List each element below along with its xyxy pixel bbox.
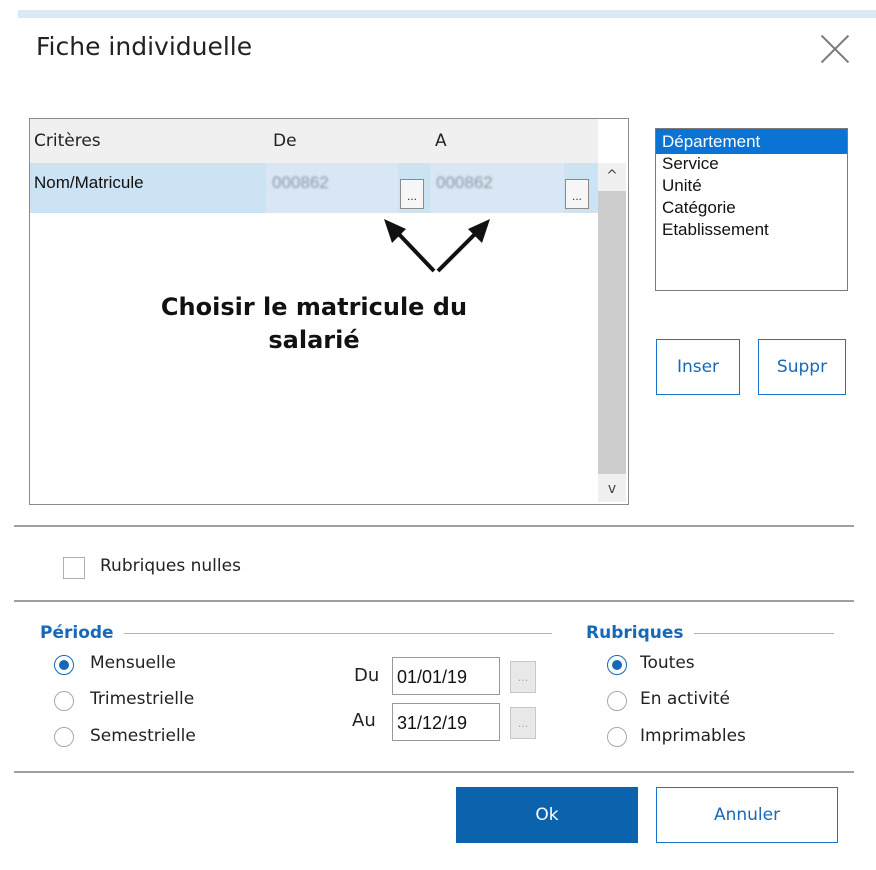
radio-trimestrielle[interactable] xyxy=(54,691,74,711)
header-de: De xyxy=(273,131,297,151)
radio-toutes[interactable] xyxy=(607,655,627,675)
periode-group-title: Période xyxy=(40,623,124,643)
suppr-button[interactable]: Suppr xyxy=(758,339,846,395)
radio-trimestrielle-label: Trimestrielle xyxy=(90,689,195,709)
grid-scrollbar[interactable]: ^ v xyxy=(598,163,626,502)
du-date-input[interactable]: 01/01/19 xyxy=(392,657,500,695)
divider xyxy=(14,525,854,527)
radio-mensuelle[interactable] xyxy=(54,655,74,675)
divider xyxy=(14,600,854,602)
grid-header: Critères De A xyxy=(30,119,598,163)
annotation-arrows xyxy=(384,219,490,273)
list-item-etablissement[interactable]: Etablissement xyxy=(656,217,847,242)
annotation-line-2: salarié xyxy=(268,326,360,354)
radio-en-activite[interactable] xyxy=(607,691,627,711)
radio-mensuelle-label: Mensuelle xyxy=(90,653,176,673)
annotation-line-1: Choisir le matricule du xyxy=(160,293,468,321)
header-a: A xyxy=(435,131,447,151)
scroll-down-button[interactable]: v xyxy=(598,476,626,502)
inser-button[interactable]: Inser xyxy=(656,339,740,395)
matricule-to-value: 000862 xyxy=(436,173,493,192)
pick-to-button[interactable]: ... xyxy=(565,179,589,209)
annotation-text: Choisir le matricule du salarié xyxy=(30,291,598,357)
cell-de[interactable]: 000862 xyxy=(266,163,398,213)
radio-semestrielle-label: Semestrielle xyxy=(90,726,196,746)
scroll-up-button[interactable]: ^ xyxy=(598,163,626,189)
au-date-input[interactable]: 31/12/19 xyxy=(392,703,500,741)
criteria-grid: Critères De A Nom/Matricule 000862 ... 0… xyxy=(29,118,629,505)
dialog-title: Fiche individuelle xyxy=(36,32,253,61)
title-bar-accent xyxy=(18,10,876,18)
au-date-picker-button[interactable]: ... xyxy=(510,707,536,739)
annuler-button[interactable]: Annuler xyxy=(656,787,838,843)
divider xyxy=(14,771,854,773)
du-date-picker-button[interactable]: ... xyxy=(510,661,536,693)
cell-a[interactable]: 000862 xyxy=(430,163,564,213)
scroll-thumb[interactable] xyxy=(598,191,626,474)
radio-semestrielle[interactable] xyxy=(54,727,74,747)
du-label: Du xyxy=(354,665,380,686)
pick-from-button[interactable]: ... xyxy=(400,179,424,209)
rubriques-group-title: Rubriques xyxy=(586,623,694,643)
criteria-listbox[interactable]: Département Service Unité Catégorie Etab… xyxy=(655,128,848,291)
rubriques-nulles-label: Rubriques nulles xyxy=(100,556,241,576)
matricule-from-value: 000862 xyxy=(272,173,329,192)
table-row[interactable]: Nom/Matricule 000862 ... 000862 ... xyxy=(30,163,598,213)
header-criteres: Critères xyxy=(34,131,101,151)
radio-en-activite-label: En activité xyxy=(640,689,730,709)
radio-toutes-label: Toutes xyxy=(640,653,695,673)
rubriques-nulles-checkbox[interactable] xyxy=(63,557,85,579)
radio-imprimables-label: Imprimables xyxy=(640,726,746,746)
radio-imprimables[interactable] xyxy=(607,727,627,747)
close-icon[interactable] xyxy=(820,34,850,64)
cell-critere: Nom/Matricule xyxy=(34,173,144,192)
au-label: Au xyxy=(352,710,376,731)
ok-button[interactable]: Ok xyxy=(456,787,638,843)
